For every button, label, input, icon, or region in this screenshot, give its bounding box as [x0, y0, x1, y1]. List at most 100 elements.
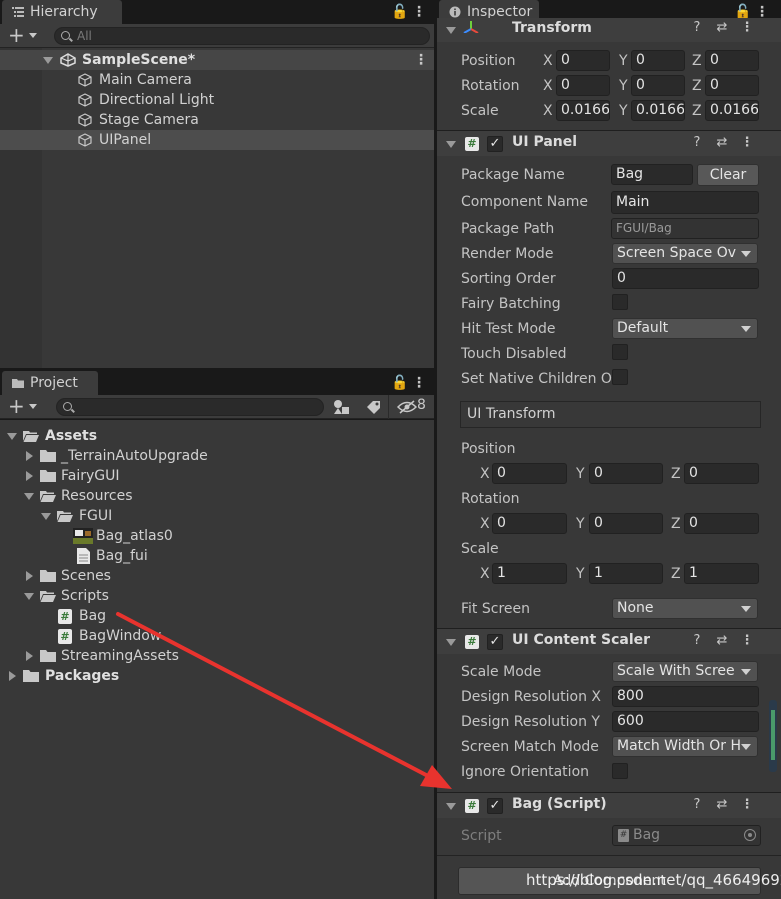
- ui-rotation-x-field[interactable]: 0: [492, 513, 567, 534]
- hierarchy-item-uipanel[interactable]: UIPanel: [0, 130, 434, 150]
- hierarchy-item-directional-light[interactable]: Directional Light: [0, 90, 434, 110]
- fairy-batching-checkbox[interactable]: [612, 294, 628, 310]
- scene-menu-icon[interactable]: ⋮: [414, 50, 428, 70]
- presets-icon[interactable]: ⇄: [715, 135, 729, 150]
- position-z-field[interactable]: 0: [705, 50, 759, 71]
- set-native-children-order-checkbox[interactable]: [612, 369, 628, 385]
- position-y-field[interactable]: 0: [631, 50, 685, 71]
- ui-panel-header[interactable]: # ✓ UI Panel ? ⇄ ⋮: [437, 130, 781, 156]
- scrollbar-thumb[interactable]: [771, 710, 775, 760]
- tree-item-label: Packages: [45, 668, 120, 684]
- hierarchy-item-main-camera[interactable]: Main Camera: [0, 70, 434, 90]
- help-icon[interactable]: ?: [690, 633, 704, 648]
- inspector-scrollbar[interactable]: [769, 700, 777, 772]
- clear-button[interactable]: Clear: [697, 164, 759, 186]
- ui-scale-x-field[interactable]: 1: [492, 563, 567, 584]
- bag-script-header[interactable]: # ✓ Bag (Script) ? ⇄ ⋮: [437, 792, 781, 818]
- fit-screen-dropdown[interactable]: None: [612, 598, 758, 619]
- add-object-icon[interactable]: +: [8, 25, 25, 45]
- ui-rotation-y-field[interactable]: 0: [589, 513, 663, 534]
- expand-arrow-icon: [43, 57, 53, 64]
- hierarchy-search-input[interactable]: All: [54, 27, 430, 45]
- tree-item-bag-fui[interactable]: Bag_fui: [0, 546, 434, 566]
- create-asset-icon[interactable]: +: [8, 396, 25, 416]
- ui-rotation-z-field[interactable]: 0: [684, 513, 759, 534]
- more-menu-icon[interactable]: ⋮: [411, 3, 427, 21]
- render-mode-dropdown[interactable]: Screen Space Ov: [612, 243, 758, 264]
- component-menu-icon[interactable]: ⋮: [740, 20, 754, 35]
- object-picker-icon[interactable]: [744, 829, 756, 841]
- axis-x-label: X: [543, 103, 553, 119]
- scale-mode-dropdown[interactable]: Scale With Scree: [612, 661, 758, 682]
- add-dropdown-icon[interactable]: [29, 33, 37, 38]
- tree-item-scripts[interactable]: Scripts: [0, 586, 434, 606]
- content-scaler-enabled-checkbox[interactable]: ✓: [487, 634, 503, 650]
- rotation-x-field[interactable]: 0: [556, 75, 610, 96]
- design-resolution-x-label: Design Resolution X: [461, 689, 601, 705]
- hidden-packages-count: 8: [417, 397, 426, 413]
- scale-y-field[interactable]: 0.0166: [631, 100, 685, 121]
- position-x-field[interactable]: 0: [556, 50, 610, 71]
- create-dropdown-icon[interactable]: [29, 404, 37, 409]
- rotation-z-field[interactable]: 0: [705, 75, 759, 96]
- more-menu-icon[interactable]: ⋮: [411, 374, 427, 392]
- folder-icon: [40, 650, 56, 662]
- project-search-input[interactable]: [56, 398, 324, 416]
- file-document-icon: [77, 548, 90, 564]
- ui-scale-y-field[interactable]: 1: [589, 563, 663, 584]
- transform-header[interactable]: Transform ? ⇄ ⋮: [437, 18, 781, 42]
- ui-content-scaler-header[interactable]: # ✓ UI Content Scaler ? ⇄ ⋮: [437, 628, 781, 654]
- bag-script-enabled-checkbox[interactable]: ✓: [487, 798, 503, 814]
- lock-icon[interactable]: 🔓: [391, 374, 408, 392]
- tree-item-packages[interactable]: Packages: [0, 666, 434, 686]
- component-name-field[interactable]: Main: [611, 191, 759, 214]
- scale-z-field[interactable]: 0.0166: [705, 100, 759, 121]
- expand-arrow-icon: [24, 493, 34, 500]
- tree-item-assets[interactable]: Assets: [0, 426, 434, 446]
- tree-item-bag-atlas[interactable]: Bag_atlas0: [0, 526, 434, 546]
- scene-row[interactable]: SampleScene* ⋮: [0, 50, 434, 70]
- help-icon[interactable]: ?: [690, 135, 704, 150]
- ui-scale-z-field[interactable]: 1: [684, 563, 759, 584]
- tree-item-fairygui[interactable]: FairyGUI: [0, 466, 434, 486]
- design-resolution-x-field[interactable]: 800: [612, 686, 759, 707]
- component-menu-icon[interactable]: ⋮: [740, 135, 754, 150]
- component-menu-icon[interactable]: ⋮: [740, 797, 754, 812]
- rotation-y-field[interactable]: 0: [631, 75, 685, 96]
- help-icon[interactable]: ?: [690, 20, 704, 35]
- hit-test-mode-dropdown[interactable]: Default: [612, 318, 758, 339]
- lock-icon[interactable]: 🔓: [391, 3, 408, 21]
- presets-icon[interactable]: ⇄: [715, 20, 729, 35]
- scale-x-field[interactable]: 0.0166: [556, 100, 610, 121]
- tree-item-bag-script[interactable]: # Bag: [0, 606, 434, 626]
- hierarchy-item-stage-camera[interactable]: Stage Camera: [0, 110, 434, 130]
- package-name-field[interactable]: Bag: [611, 164, 693, 185]
- tab-project[interactable]: Project: [2, 371, 98, 395]
- tree-item-scenes[interactable]: Scenes: [0, 566, 434, 586]
- screen-match-mode-dropdown[interactable]: Match Width Or H: [612, 736, 758, 757]
- presets-icon[interactable]: ⇄: [715, 797, 729, 812]
- sorting-order-field[interactable]: 0: [612, 268, 759, 289]
- component-menu-icon[interactable]: ⋮: [740, 633, 754, 648]
- tree-item-terrain-upgrade[interactable]: _TerrainAutoUpgrade: [0, 446, 434, 466]
- filter-by-label-icon[interactable]: [366, 400, 382, 414]
- hidden-packages-eye-icon[interactable]: [397, 400, 417, 414]
- tree-item-fgui[interactable]: FGUI: [0, 506, 434, 526]
- tab-hierarchy[interactable]: Hierarchy: [2, 0, 122, 24]
- presets-icon[interactable]: ⇄: [715, 633, 729, 648]
- ignore-orientation-checkbox[interactable]: [612, 763, 628, 779]
- tree-item-resources[interactable]: Resources: [0, 486, 434, 506]
- design-resolution-y-field[interactable]: 600: [612, 711, 759, 732]
- touch-disabled-checkbox[interactable]: [612, 344, 628, 360]
- tree-item-streaming-assets[interactable]: StreamingAssets: [0, 646, 434, 666]
- chevron-down-icon: [741, 326, 751, 332]
- tree-item-bagwindow-script[interactable]: # BagWindow: [0, 626, 434, 646]
- ui-position-x-field[interactable]: 0: [492, 463, 567, 484]
- ui-position-y-field[interactable]: 0: [589, 463, 663, 484]
- ui-position-z-field[interactable]: 0: [684, 463, 759, 484]
- chevron-down-icon: [741, 606, 751, 612]
- ui-panel-enabled-checkbox[interactable]: ✓: [487, 136, 503, 152]
- filter-by-type-icon[interactable]: [333, 399, 351, 415]
- axis-y-label: Y: [619, 53, 628, 69]
- help-icon[interactable]: ?: [690, 797, 704, 812]
